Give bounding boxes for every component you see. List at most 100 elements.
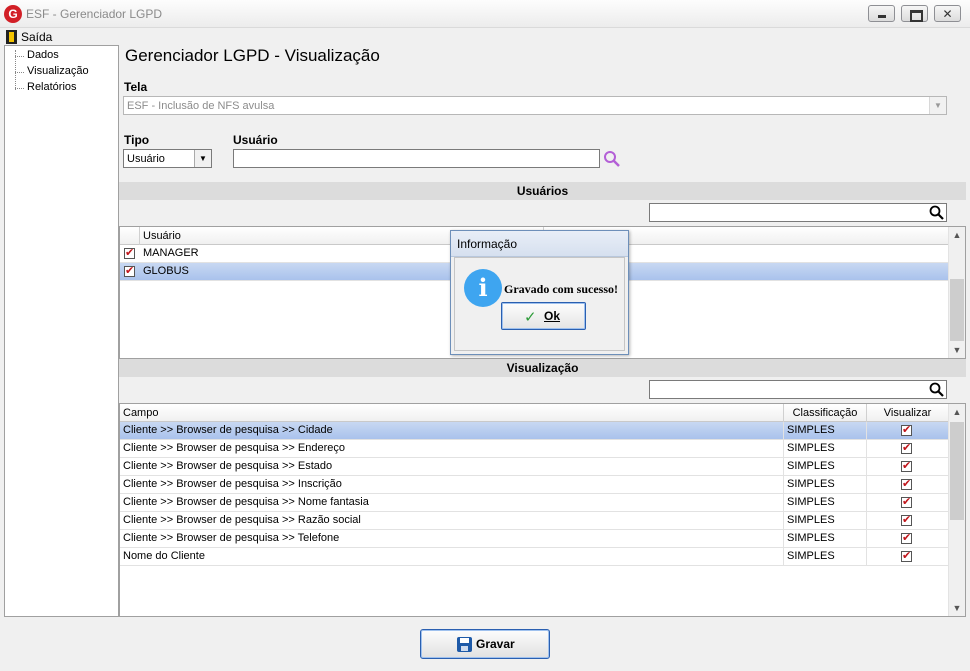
visualizar-checkbox[interactable] xyxy=(901,441,912,455)
search-icon[interactable] xyxy=(603,150,621,168)
menu-item-exit[interactable]: Saída xyxy=(6,29,52,44)
visualizar-cell xyxy=(867,422,949,440)
restore-icon xyxy=(902,6,927,22)
minimize-button[interactable] xyxy=(868,5,895,22)
visualizar-cell xyxy=(867,494,949,512)
floppy-disk-icon xyxy=(457,637,472,652)
classificacao-cell: SIMPLES xyxy=(784,530,867,548)
exit-door-icon xyxy=(6,29,17,44)
tela-label: Tela xyxy=(124,80,148,94)
users-check-column xyxy=(120,227,140,245)
fields-grid-header: Campo Classificação Visualizar xyxy=(120,404,949,422)
column-visualizar[interactable]: Visualizar xyxy=(867,404,949,422)
search-icon[interactable] xyxy=(929,382,944,397)
campo-cell: Nome do Cliente xyxy=(120,548,784,566)
tree-item-dados[interactable]: Dados xyxy=(15,49,59,61)
table-row[interactable]: Cliente >> Browser de pesquisa >> Inscri… xyxy=(120,476,949,494)
visualizar-cell xyxy=(867,530,949,548)
visualizar-checkbox[interactable] xyxy=(901,495,912,509)
save-button[interactable]: Gravar xyxy=(420,629,550,659)
fields-scrollbar[interactable]: ▲ ▼ xyxy=(948,404,965,616)
visualizar-checkbox[interactable] xyxy=(901,531,912,545)
scroll-thumb[interactable] xyxy=(950,279,964,341)
campo-cell: Cliente >> Browser de pesquisa >> Cidade xyxy=(120,422,784,440)
visualizar-checkbox[interactable] xyxy=(901,459,912,473)
app-logo-icon: G xyxy=(4,5,22,23)
table-row[interactable]: Cliente >> Browser de pesquisa >> Telefo… xyxy=(120,530,949,548)
visualizar-cell xyxy=(867,476,949,494)
table-row[interactable]: Nome do Cliente SIMPLES xyxy=(120,548,949,566)
dialog-title: Informação xyxy=(451,231,628,257)
campo-cell: Cliente >> Browser de pesquisa >> Endere… xyxy=(120,440,784,458)
menu-exit-label: Saída xyxy=(21,29,53,44)
users-scrollbar[interactable]: ▲ ▼ xyxy=(948,227,965,358)
search-icon[interactable] xyxy=(929,205,944,220)
table-row-selected[interactable]: Cliente >> Browser de pesquisa >> Cidade… xyxy=(120,422,949,440)
page-title: Gerenciador LGPD - Visualização xyxy=(125,46,380,65)
navigation-tree: Dados Visualização Relatórios xyxy=(4,45,119,617)
classificacao-cell: SIMPLES xyxy=(784,440,867,458)
column-campo[interactable]: Campo xyxy=(120,404,784,422)
close-icon xyxy=(935,6,960,22)
check-icon: ✓ xyxy=(524,309,537,326)
tela-select-value: ESF - Inclusão de NFS avulsa xyxy=(127,100,275,112)
visualizar-cell xyxy=(867,440,949,458)
tree-item-relatorios[interactable]: Relatórios xyxy=(15,81,77,93)
menu-bar: Saída xyxy=(0,28,970,45)
classificacao-cell: SIMPLES xyxy=(784,476,867,494)
ok-button[interactable]: ✓ Ok xyxy=(501,302,586,330)
info-dialog: Informação i Gravado com sucesso! ✓ Ok xyxy=(450,230,629,355)
ok-button-label: Ok xyxy=(544,309,561,323)
classificacao-cell: SIMPLES xyxy=(784,422,867,440)
scroll-thumb[interactable] xyxy=(950,422,964,520)
classificacao-cell: SIMPLES xyxy=(784,548,867,566)
table-row[interactable]: Cliente >> Browser de pesquisa >> Endere… xyxy=(120,440,949,458)
table-row[interactable]: Cliente >> Browser de pesquisa >> Razão … xyxy=(120,512,949,530)
tree-item-visualizacao[interactable]: Visualização xyxy=(15,65,89,77)
table-row[interactable]: Cliente >> Browser de pesquisa >> Estado… xyxy=(120,458,949,476)
usuario-input[interactable] xyxy=(233,149,600,168)
visualizacao-filter-input[interactable] xyxy=(649,380,947,399)
campo-cell: Cliente >> Browser de pesquisa >> Telefo… xyxy=(120,530,784,548)
minimize-icon xyxy=(869,6,894,21)
scroll-up-icon[interactable]: ▲ xyxy=(949,404,965,420)
dialog-message: Gravado com sucesso! xyxy=(504,282,618,296)
title-bar: G ESF - Gerenciador LGPD xyxy=(0,0,970,28)
visualizar-checkbox[interactable] xyxy=(901,513,912,527)
row-checkbox[interactable] xyxy=(124,246,135,260)
classificacao-cell: SIMPLES xyxy=(784,458,867,476)
campo-cell: Cliente >> Browser de pesquisa >> Estado xyxy=(120,458,784,476)
campo-cell: Cliente >> Browser de pesquisa >> Nome f… xyxy=(120,494,784,512)
visualizar-checkbox[interactable] xyxy=(901,549,912,563)
close-button[interactable] xyxy=(934,5,961,22)
table-row[interactable]: Cliente >> Browser de pesquisa >> Nome f… xyxy=(120,494,949,512)
visualizar-cell xyxy=(867,458,949,476)
tipo-select-value: Usuário xyxy=(127,153,165,165)
classificacao-cell: SIMPLES xyxy=(784,512,867,530)
column-classificacao[interactable]: Classificação xyxy=(784,404,867,422)
visualizacao-section-header: Visualização xyxy=(119,359,966,377)
tipo-label: Tipo xyxy=(124,133,150,147)
scroll-up-icon[interactable]: ▲ xyxy=(949,227,965,243)
tela-select[interactable]: ESF - Inclusão de NFS avulsa ▼ xyxy=(123,96,947,115)
campo-cell: Cliente >> Browser de pesquisa >> Razão … xyxy=(120,512,784,530)
save-button-label: Gravar xyxy=(476,637,515,651)
chevron-down-icon[interactable]: ▼ xyxy=(194,150,211,167)
fields-grid[interactable]: Campo Classificação Visualizar Cliente >… xyxy=(119,403,966,617)
visualizar-checkbox[interactable] xyxy=(901,477,912,491)
dialog-body: i Gravado com sucesso! ✓ Ok xyxy=(454,257,625,351)
info-icon: i xyxy=(464,269,502,307)
chevron-down-icon[interactable]: ▼ xyxy=(929,97,946,114)
tipo-select[interactable]: Usuário ▼ xyxy=(123,149,212,168)
campo-cell: Cliente >> Browser de pesquisa >> Inscri… xyxy=(120,476,784,494)
visualizar-checkbox[interactable] xyxy=(901,423,912,437)
row-checkbox[interactable] xyxy=(124,264,135,278)
usuarios-section-header: Usuários xyxy=(119,182,966,200)
scroll-down-icon[interactable]: ▼ xyxy=(949,600,965,616)
window-title: ESF - Gerenciador LGPD xyxy=(26,7,163,21)
visualizar-cell xyxy=(867,548,949,566)
visualizar-cell xyxy=(867,512,949,530)
maximize-button[interactable] xyxy=(901,5,928,22)
scroll-down-icon[interactable]: ▼ xyxy=(949,342,965,358)
usuarios-filter-input[interactable] xyxy=(649,203,947,222)
